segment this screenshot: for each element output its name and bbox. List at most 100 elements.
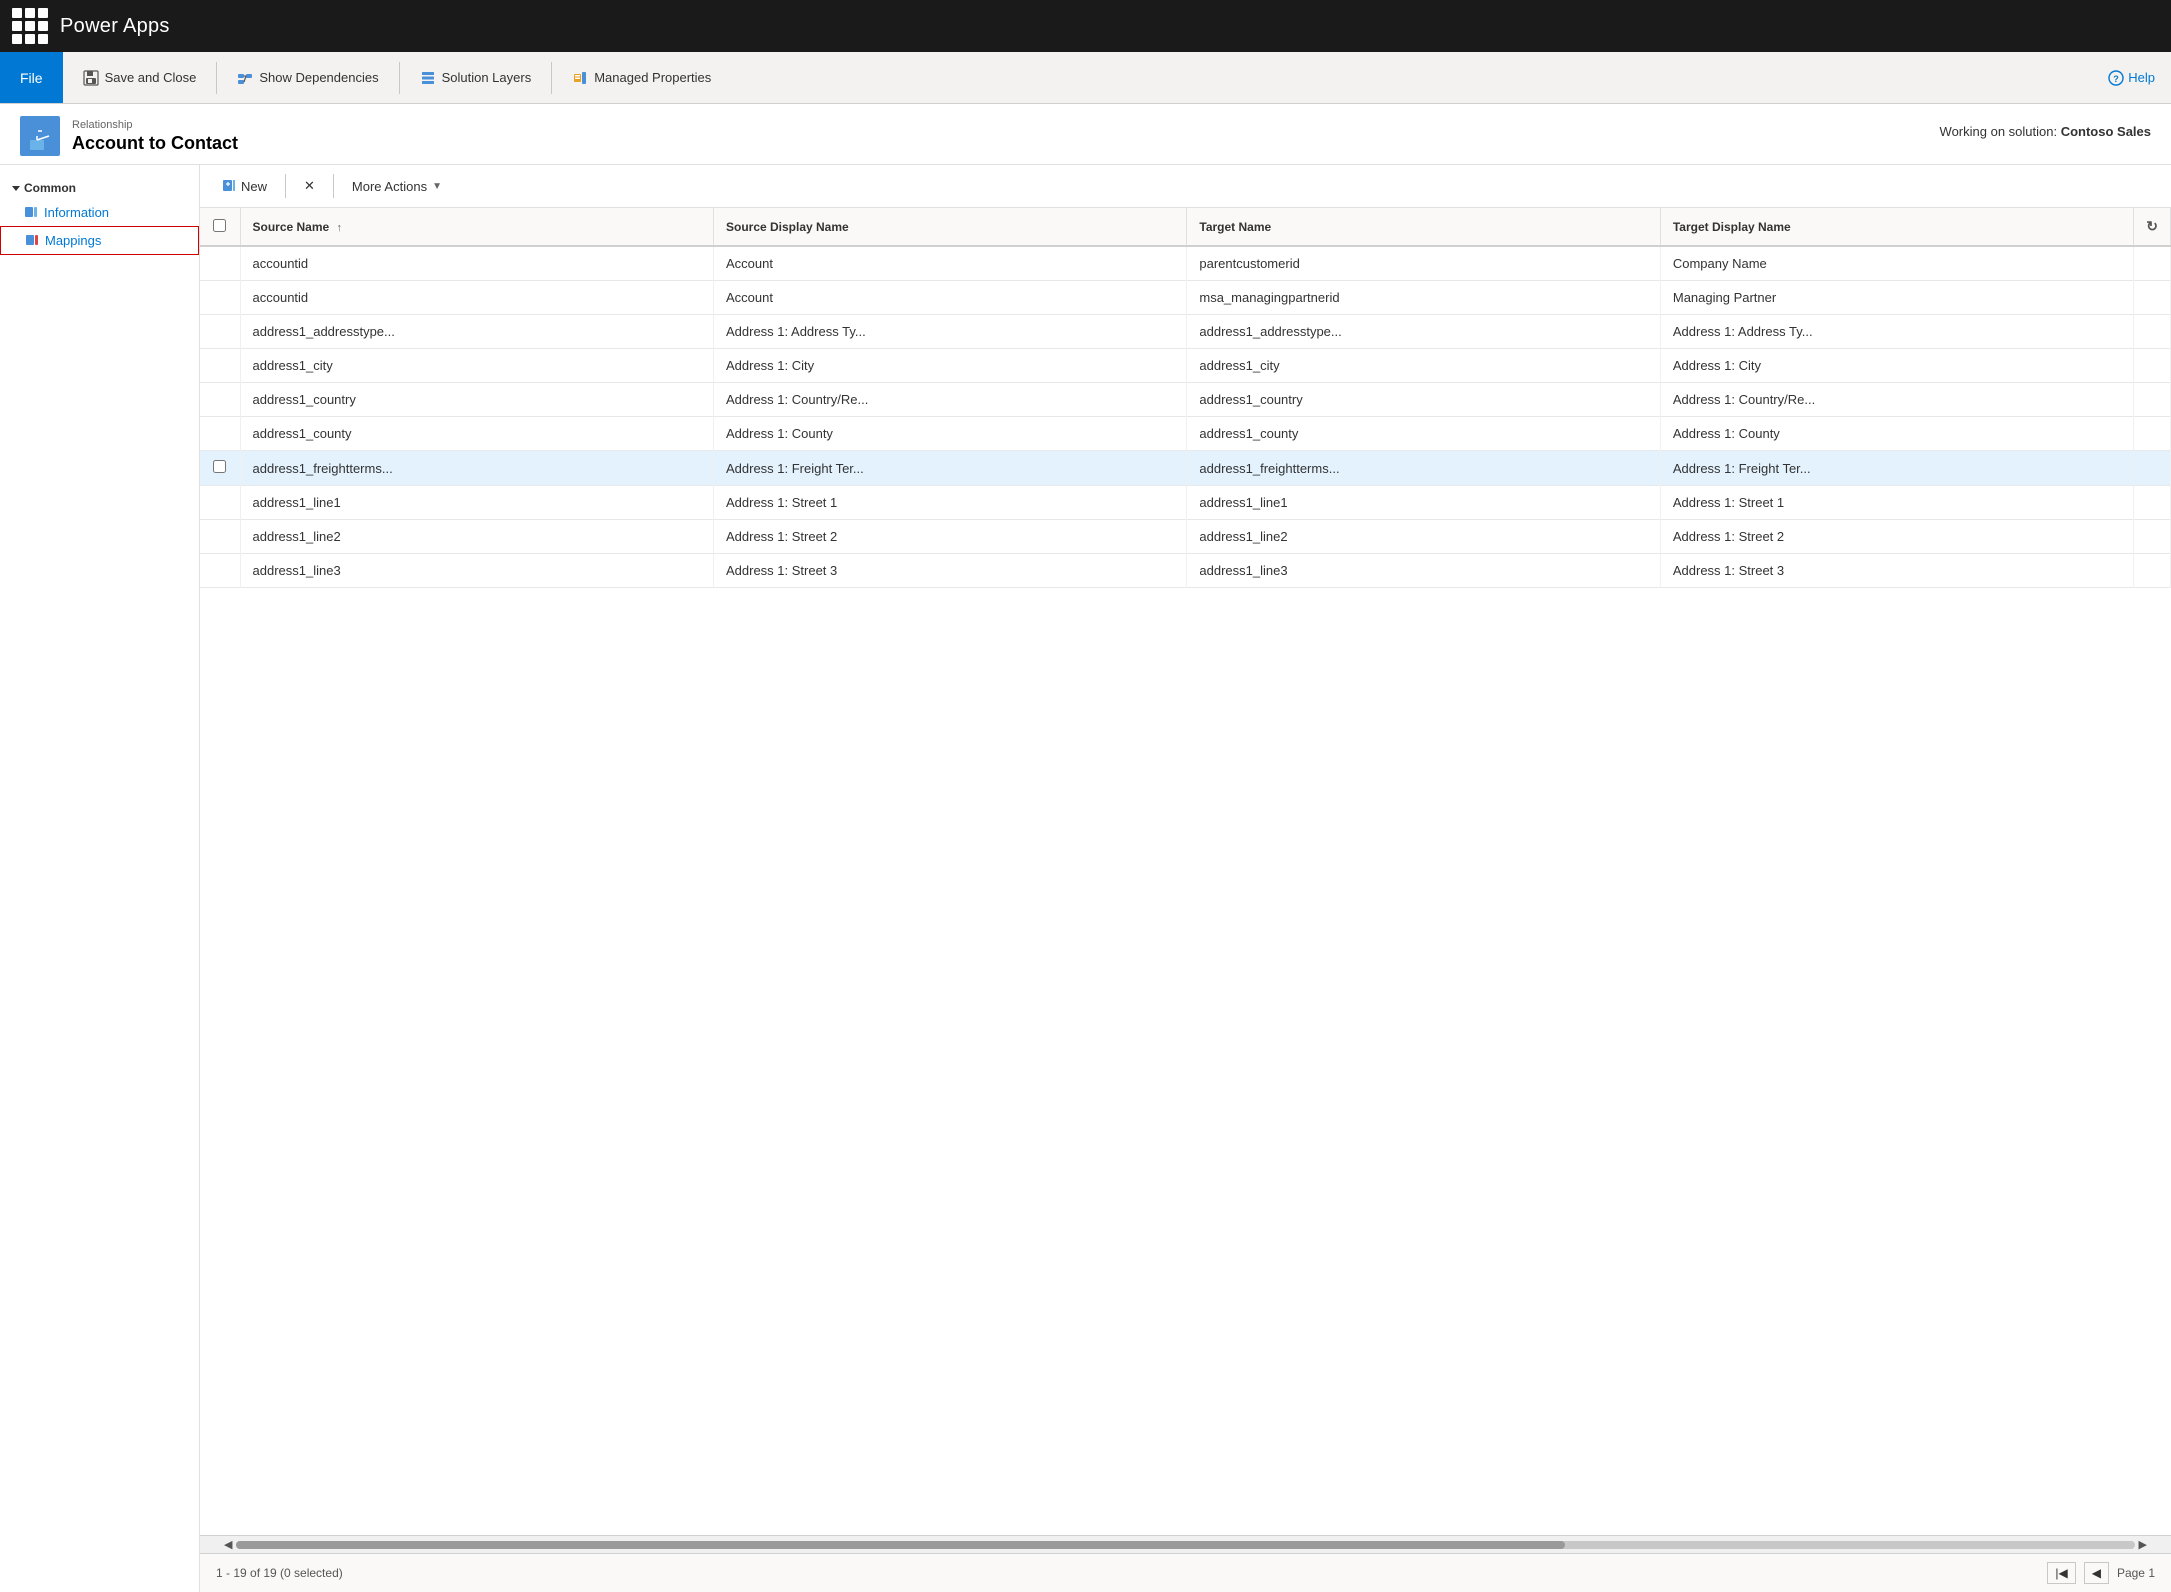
row-target-name: address1_line2: [1187, 520, 1660, 554]
save-close-label: Save and Close: [105, 70, 197, 85]
toolbar-sep-2: [333, 174, 334, 198]
row-checkbox-cell: [200, 315, 240, 349]
row-source-name: address1_city: [240, 349, 713, 383]
row-checkbox[interactable]: [213, 460, 226, 473]
page-titles: Relationship Account to Contact: [72, 119, 238, 154]
managed-properties-button[interactable]: Managed Properties: [560, 56, 723, 100]
table-row[interactable]: address1_line2 Address 1: Street 2 addre…: [200, 520, 2171, 554]
row-source-display-name: Address 1: Street 1: [713, 486, 1186, 520]
row-source-name: address1_line1: [240, 486, 713, 520]
page-title: Account to Contact: [72, 133, 238, 154]
body-layout: Common Information Mappings: [0, 165, 2171, 1592]
help-button[interactable]: ? Help: [2108, 70, 2155, 86]
row-extra-col: [2134, 451, 2171, 486]
waffle-icon[interactable]: [12, 8, 48, 44]
save-close-button[interactable]: Save and Close: [71, 56, 209, 100]
working-on-value: Contoso Sales: [2061, 124, 2151, 139]
row-target-name: address1_city: [1187, 349, 1660, 383]
ribbon-right: ? Help: [2108, 70, 2171, 86]
table-row[interactable]: address1_line1 Address 1: Street 1 addre…: [200, 486, 2171, 520]
row-target-name: address1_country: [1187, 383, 1660, 417]
row-extra-col: [2134, 349, 2171, 383]
refresh-icon[interactable]: ↻: [2146, 218, 2158, 235]
scrollbar-track[interactable]: [236, 1541, 2134, 1549]
scroll-right-button[interactable]: ▶: [2135, 1538, 2151, 1551]
row-checkbox-cell: [200, 246, 240, 281]
row-checkbox-cell: [200, 554, 240, 588]
header-target-name: Target Name: [1187, 208, 1660, 246]
row-checkbox-cell: [200, 520, 240, 554]
separator-1: [216, 62, 217, 94]
header-source-display-name: Source Display Name: [713, 208, 1186, 246]
table-row[interactable]: address1_county Address 1: County addres…: [200, 417, 2171, 451]
ribbon: File Save and Close Show Dependencies: [0, 52, 2171, 104]
app-title: Power Apps: [60, 15, 170, 38]
show-dependencies-button[interactable]: Show Dependencies: [225, 56, 390, 100]
show-dependencies-label: Show Dependencies: [259, 70, 378, 85]
row-target-display-name: Address 1: Freight Ter...: [1660, 451, 2133, 486]
table-row[interactable]: accountid Account parentcustomerid Compa…: [200, 246, 2171, 281]
more-actions-button[interactable]: More Actions ▼: [342, 174, 452, 199]
row-extra-col: [2134, 554, 2171, 588]
row-source-name: address1_freightterms...: [240, 451, 713, 486]
table-row[interactable]: accountid Account msa_managingpartnerid …: [200, 281, 2171, 315]
sidebar-section-label: Common: [24, 181, 76, 195]
table-row[interactable]: address1_addresstype... Address 1: Addre…: [200, 315, 2171, 349]
sidebar: Common Information Mappings: [0, 165, 200, 1592]
horizontal-scrollbar[interactable]: ◀ ▶: [200, 1535, 2171, 1553]
sidebar-item-information[interactable]: Information: [0, 199, 199, 226]
row-source-display-name: Address 1: Street 3: [713, 554, 1186, 588]
table-body: accountid Account parentcustomerid Compa…: [200, 246, 2171, 588]
row-source-display-name: Address 1: Address Ty...: [713, 315, 1186, 349]
row-extra-col: [2134, 486, 2171, 520]
table-container[interactable]: Source Name ↑ Source Display Name Target…: [200, 208, 2171, 1535]
row-target-display-name: Address 1: Street 2: [1660, 520, 2133, 554]
new-button[interactable]: New: [212, 174, 277, 199]
row-source-display-name: Account: [713, 281, 1186, 315]
row-checkbox-cell: [200, 486, 240, 520]
page-header-left: Relationship Account to Contact: [20, 116, 238, 156]
relationship-svg: [22, 118, 58, 154]
table-row[interactable]: address1_city Address 1: City address1_c…: [200, 349, 2171, 383]
row-source-display-name: Address 1: County: [713, 417, 1186, 451]
row-target-display-name: Address 1: Country/Re...: [1660, 383, 2133, 417]
page-header: Relationship Account to Contact Working …: [0, 104, 2171, 165]
row-checkbox-cell: [200, 281, 240, 315]
first-page-button[interactable]: |◀: [2047, 1562, 2075, 1584]
row-source-display-name: Address 1: Country/Re...: [713, 383, 1186, 417]
managed-properties-icon: [572, 70, 588, 86]
record-count: 1 - 19 of 19 (0 selected): [216, 1566, 343, 1580]
select-all-checkbox[interactable]: [213, 219, 226, 232]
top-bar: Power Apps: [0, 0, 2171, 52]
row-extra-col: [2134, 520, 2171, 554]
row-target-name: address1_addresstype...: [1187, 315, 1660, 349]
scrollbar-thumb[interactable]: [236, 1541, 1565, 1549]
table-row[interactable]: address1_line3 Address 1: Street 3 addre…: [200, 554, 2171, 588]
header-refresh-col: ↻: [2134, 208, 2171, 246]
table-row[interactable]: address1_freightterms... Address 1: Frei…: [200, 451, 2171, 486]
row-source-name: address1_line3: [240, 554, 713, 588]
target-display-name-label: Target Display Name: [1673, 220, 1791, 234]
delete-icon: ✕: [304, 178, 315, 194]
row-source-name: address1_country: [240, 383, 713, 417]
sort-icon: ↑: [337, 222, 343, 234]
mappings-table: Source Name ↑ Source Display Name Target…: [200, 208, 2171, 588]
table-row[interactable]: address1_country Address 1: Country/Re..…: [200, 383, 2171, 417]
prev-page-button[interactable]: ◀: [2084, 1562, 2109, 1584]
sidebar-item-mappings[interactable]: Mappings: [0, 226, 199, 255]
solution-layers-label: Solution Layers: [442, 70, 532, 85]
table-header: Source Name ↑ Source Display Name Target…: [200, 208, 2171, 246]
solution-layers-button[interactable]: Solution Layers: [408, 56, 544, 100]
pagination: |◀ ◀ Page 1: [2047, 1562, 2155, 1584]
scroll-left-button[interactable]: ◀: [220, 1538, 236, 1551]
separator-2: [399, 62, 400, 94]
file-button[interactable]: File: [0, 52, 63, 103]
delete-button[interactable]: ✕: [294, 173, 325, 199]
new-label: New: [241, 179, 267, 194]
new-icon: [222, 179, 236, 193]
more-actions-label: More Actions: [352, 179, 427, 194]
information-icon: [24, 206, 38, 220]
row-target-display-name: Address 1: City: [1660, 349, 2133, 383]
row-source-name: accountid: [240, 246, 713, 281]
dependencies-icon: [237, 70, 253, 86]
